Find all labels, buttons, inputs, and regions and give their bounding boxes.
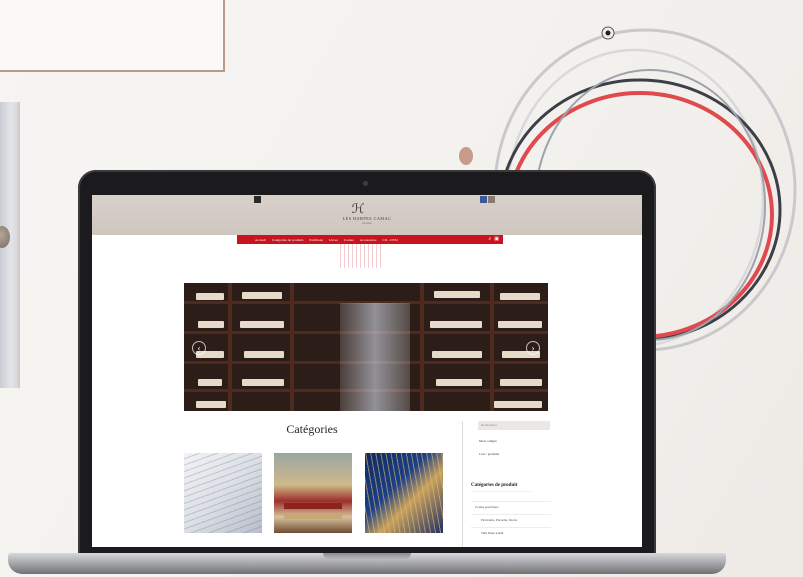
sidebar-category-item[interactable]: Cordes pour harpe xyxy=(475,505,499,509)
paper-stack xyxy=(196,293,224,300)
social-icon[interactable] xyxy=(254,196,261,203)
site-header: ℋ LES HARPES CAMAC FRANCE xyxy=(92,195,642,235)
paper-stack xyxy=(434,291,480,298)
divider xyxy=(471,527,551,528)
paper-stack xyxy=(432,351,482,358)
section-title: Catégories xyxy=(286,422,338,436)
harp-image xyxy=(365,453,443,533)
nav-item-categories[interactable]: Catégories de produits xyxy=(272,238,304,242)
nav-item-cd-dvd[interactable]: CD - DVD xyxy=(382,238,397,242)
promo-frame xyxy=(0,0,225,72)
book-image xyxy=(284,513,342,519)
paper-stack xyxy=(242,379,284,386)
sheet-music-image xyxy=(184,453,262,533)
glass-door xyxy=(340,303,410,411)
category-card-books[interactable] xyxy=(274,453,352,533)
shelf-column xyxy=(490,283,494,411)
nav-icons: ⌕ ▣ xyxy=(488,236,499,242)
laptop-base xyxy=(8,553,726,574)
paper-stack xyxy=(198,379,222,386)
divider xyxy=(471,514,551,515)
shelf-column xyxy=(228,283,232,411)
paper-stack xyxy=(196,401,226,408)
category-card-harps[interactable] xyxy=(365,453,443,533)
share-icon[interactable] xyxy=(488,196,495,203)
sidebar-category-item[interactable]: Fabricants, Encorder, Droits xyxy=(481,518,517,522)
shelf-column xyxy=(290,283,294,411)
site-logo-subtitle: FRANCE xyxy=(362,222,372,225)
sidebar-search-input[interactable]: Rechercher xyxy=(478,421,550,430)
cart-icon[interactable]: ▣ xyxy=(494,236,499,242)
main-navigation: Accueil Catégories de produits Partition… xyxy=(237,235,503,244)
account-link[interactable]: Mon compte xyxy=(479,439,497,443)
hero-slider[interactable]: ‹ › xyxy=(184,283,548,411)
book-image xyxy=(284,503,342,509)
paper-stack xyxy=(430,321,482,328)
paper-stack xyxy=(500,293,540,300)
slider-next-button[interactable]: › xyxy=(526,341,540,355)
paper-stack xyxy=(494,401,542,408)
search-icon[interactable]: ⌕ xyxy=(488,236,491,242)
nav-item-accessories[interactable]: Accessoires xyxy=(360,238,377,242)
laptop-notch xyxy=(323,553,411,559)
site-logo-text[interactable]: LES HARPES CAMAC xyxy=(92,216,642,221)
paper-stack xyxy=(242,292,282,299)
camera-icon xyxy=(363,181,368,186)
paper-stack xyxy=(498,321,542,328)
divider xyxy=(471,501,551,502)
nav-item-books[interactable]: Livres xyxy=(329,238,338,242)
paper-stack xyxy=(244,351,284,358)
divider xyxy=(471,491,531,492)
category-card-sheet-music[interactable] xyxy=(184,453,262,533)
paper-stack xyxy=(198,321,224,328)
facebook-icon[interactable] xyxy=(480,196,487,203)
slider-prev-button[interactable]: ‹ xyxy=(192,341,206,355)
paper-stack xyxy=(500,379,542,386)
header-harp-decoration xyxy=(340,244,382,268)
sidebar: Rechercher Mon compte Cart / produits Ca… xyxy=(462,421,642,547)
shelf-column xyxy=(420,283,424,411)
nav-item-home[interactable]: Accueil xyxy=(255,238,266,242)
paper-stack xyxy=(436,379,482,386)
laptop-screen: ℋ LES HARPES CAMAC FRANCE Accueil Catégo… xyxy=(92,195,642,547)
logo-icon[interactable]: ℋ xyxy=(350,202,366,216)
cart-link[interactable]: Cart / produits xyxy=(479,452,499,456)
sidebar-category-item[interactable]: Tutti harpe Lakilt xyxy=(481,531,503,535)
sidebar-categories-heading: Catégories de produit xyxy=(471,483,518,488)
nav-item-scores[interactable]: Partitions xyxy=(309,238,322,242)
laptop-lid: ℋ LES HARPES CAMAC FRANCE Accueil Catégo… xyxy=(78,170,656,562)
nav-item-strings[interactable]: Cordes xyxy=(344,238,354,242)
paper-stack xyxy=(240,321,284,328)
